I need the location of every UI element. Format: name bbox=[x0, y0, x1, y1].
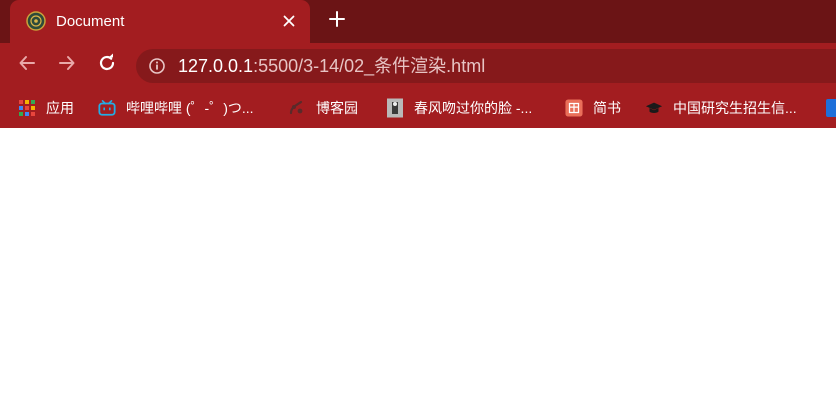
jianshu-icon bbox=[565, 99, 583, 117]
bookmark-label: 哔哩哔哩 (゜-゜)つ... bbox=[126, 100, 254, 116]
bookmark-overflow-partial[interactable] bbox=[826, 88, 836, 128]
plus-icon bbox=[329, 10, 345, 32]
bookmark-label: 春风吻过你的脸 -... bbox=[414, 100, 533, 116]
url-text: 127.0.0.1:5500/3-14/02_条件渲染.html bbox=[178, 57, 485, 75]
arrow-left-icon bbox=[18, 54, 36, 77]
bookmark-cnblogs[interactable]: 博客园 bbox=[288, 88, 358, 128]
bookmark-label: 博客园 bbox=[316, 100, 358, 116]
apps-grid-icon bbox=[18, 99, 36, 117]
browser-window: Document 127.0.0.1:5500/3-14/02_条件渲染.htm… bbox=[0, 0, 836, 406]
bookmark-yanzhao[interactable]: 中国研究生招生信... bbox=[645, 88, 797, 128]
bookmark-label: 中国研究生招生信... bbox=[673, 100, 797, 116]
bookmarks-bar: 应用 哔哩哔哩 (゜-゜)つ... 博客园 春风吻过你的脸 -... 简书 中国… bbox=[0, 88, 836, 128]
bookmark-bilibili[interactable]: 哔哩哔哩 (゜-゜)つ... bbox=[98, 88, 254, 128]
page-content bbox=[0, 128, 836, 406]
info-circle-icon[interactable] bbox=[148, 57, 166, 75]
forward-button[interactable] bbox=[56, 54, 78, 76]
graduation-cap-icon bbox=[645, 99, 663, 117]
image-thumbnail-icon bbox=[386, 98, 404, 118]
new-tab-button[interactable] bbox=[326, 10, 348, 32]
reload-icon bbox=[97, 53, 117, 78]
back-button[interactable] bbox=[16, 54, 38, 76]
cnblogs-icon bbox=[288, 99, 306, 117]
bookmark-jianshu[interactable]: 简书 bbox=[565, 88, 621, 128]
globe-emblem-icon bbox=[26, 11, 46, 31]
bookmark-favicon-partial bbox=[826, 99, 836, 117]
browser-toolbar: 127.0.0.1:5500/3-14/02_条件渲染.html bbox=[0, 43, 836, 88]
arrow-right-icon bbox=[58, 54, 76, 77]
tab-strip: Document bbox=[0, 0, 836, 43]
bookmark-label: 简书 bbox=[593, 100, 621, 116]
tab-title: Document bbox=[56, 13, 125, 30]
url-host: 127.0.0.1 bbox=[178, 56, 254, 76]
url-path: :5500/3-14/02_条件渲染.html bbox=[253, 56, 486, 76]
close-icon[interactable] bbox=[280, 12, 298, 30]
bilibili-tv-icon bbox=[98, 99, 116, 117]
tab-document[interactable]: Document bbox=[10, 0, 310, 43]
reload-button[interactable] bbox=[96, 53, 118, 78]
address-bar[interactable]: 127.0.0.1:5500/3-14/02_条件渲染.html bbox=[136, 49, 836, 83]
bookmark-apps[interactable]: 应用 bbox=[18, 88, 74, 128]
bookmark-chunfeng[interactable]: 春风吻过你的脸 -... bbox=[386, 88, 532, 128]
bookmark-label: 应用 bbox=[46, 100, 74, 116]
